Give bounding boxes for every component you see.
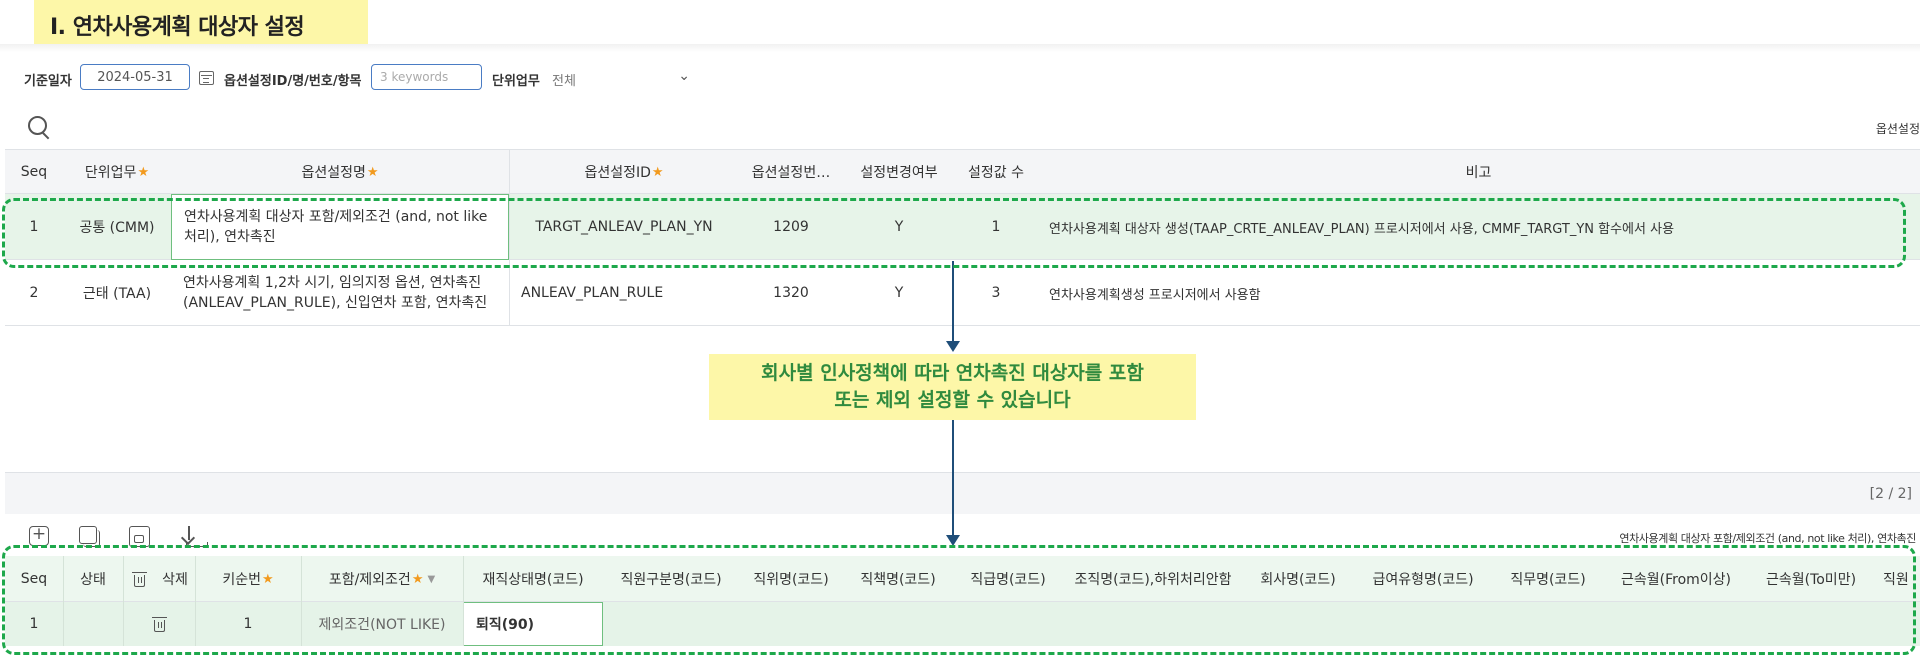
option-search-input[interactable] <box>371 64 482 90</box>
col-id[interactable]: 옵션설정ID ★ <box>509 150 739 194</box>
cell-no: 1320 <box>773 285 809 301</box>
cell-name: 연차사용계획 1,2차 시기, 임의지정 옵션, 연차촉진 (ANLEAV_PL… <box>183 275 488 311</box>
copy-row-icon[interactable] <box>78 525 100 547</box>
cell-id: ANLEAV_PLAN_RULE <box>521 285 664 301</box>
cell-unit: 근태 (TAA) <box>82 286 152 302</box>
unit-label: 단위업무 <box>492 74 540 89</box>
add-row-icon[interactable] <box>28 524 50 547</box>
grid-footer: [2 / 2] <box>5 472 1920 514</box>
option-search-label: 옵션설정ID/명/번호/항목 <box>224 74 362 89</box>
detail-grid-title: 연차사용계획 대상자 포함/제외조건 (and, not like 처리), 연… <box>1619 532 1916 545</box>
col-no[interactable]: 옵션설정번… <box>739 150 843 194</box>
highlight-box-lower <box>2 545 1916 655</box>
cell-seq: 2 <box>29 285 39 301</box>
callout-note: 회사별 인사정책에 따라 연차촉진 대상자를 포함 또는 제외 설정할 수 있습… <box>709 354 1196 420</box>
col-seq[interactable]: Seq <box>5 150 63 194</box>
col-note[interactable]: 비고 <box>1037 150 1920 194</box>
arrow-line <box>952 261 954 350</box>
option-settings-label: 옵션설정 <box>1875 122 1920 136</box>
cell-changed: Y <box>894 285 904 301</box>
cell-note: 연차사용계획생성 프로시저에서 사용함 <box>1049 287 1261 303</box>
col-count[interactable]: 설정값 수 <box>955 150 1037 194</box>
grid-header: Seq 단위업무 ★ 옵션설정명 ★ 옵션설정ID ★ 옵션설정번… 설정변경여부 설… <box>5 150 1920 194</box>
required-star-icon: ★ <box>366 164 379 180</box>
arrow-head-icon <box>946 341 960 352</box>
chevron-down-icon: ⌄ <box>678 68 690 84</box>
header-shadow <box>0 44 1920 52</box>
arrow-line <box>952 420 954 537</box>
col-changed[interactable]: 설정변경여부 <box>843 150 955 194</box>
page-indicator: [2 / 2] <box>1869 486 1912 502</box>
col-name[interactable]: 옵션설정명 ★ <box>171 150 509 194</box>
table-row[interactable]: 2 근태 (TAA) 연차사용계획 1,2차 시기, 임의지정 옵션, 연차촉진… <box>5 260 1920 326</box>
highlight-box-upper <box>2 198 1906 268</box>
date-label: 기준일자 <box>24 74 72 89</box>
save-icon[interactable] <box>128 525 150 547</box>
calendar-icon[interactable] <box>199 71 214 85</box>
callout-line-1: 회사별 인사정책에 따라 연차촉진 대상자를 포함 <box>761 362 1144 384</box>
unit-select-value: 전체 <box>552 74 576 89</box>
page-title: I. 연차사용계획 대상자 설정 <box>50 15 305 40</box>
required-star-icon: ★ <box>651 164 664 180</box>
required-star-icon: ★ <box>137 164 150 180</box>
callout-line-2: 또는 제외 설정할 수 있습니다 <box>834 389 1071 411</box>
unit-select[interactable]: 전체 ⌄ <box>552 68 692 89</box>
date-input[interactable] <box>80 64 190 90</box>
page-title-banner: I. 연차사용계획 대상자 설정 <box>34 0 368 44</box>
filter-bar: 기준일자 옵션설정ID/명/번호/항목 단위업무 전체 ⌄ <box>0 62 1920 94</box>
search-icon[interactable] <box>28 116 50 138</box>
col-unit[interactable]: 단위업무 ★ <box>63 150 171 194</box>
cell-count: 3 <box>991 285 1001 301</box>
